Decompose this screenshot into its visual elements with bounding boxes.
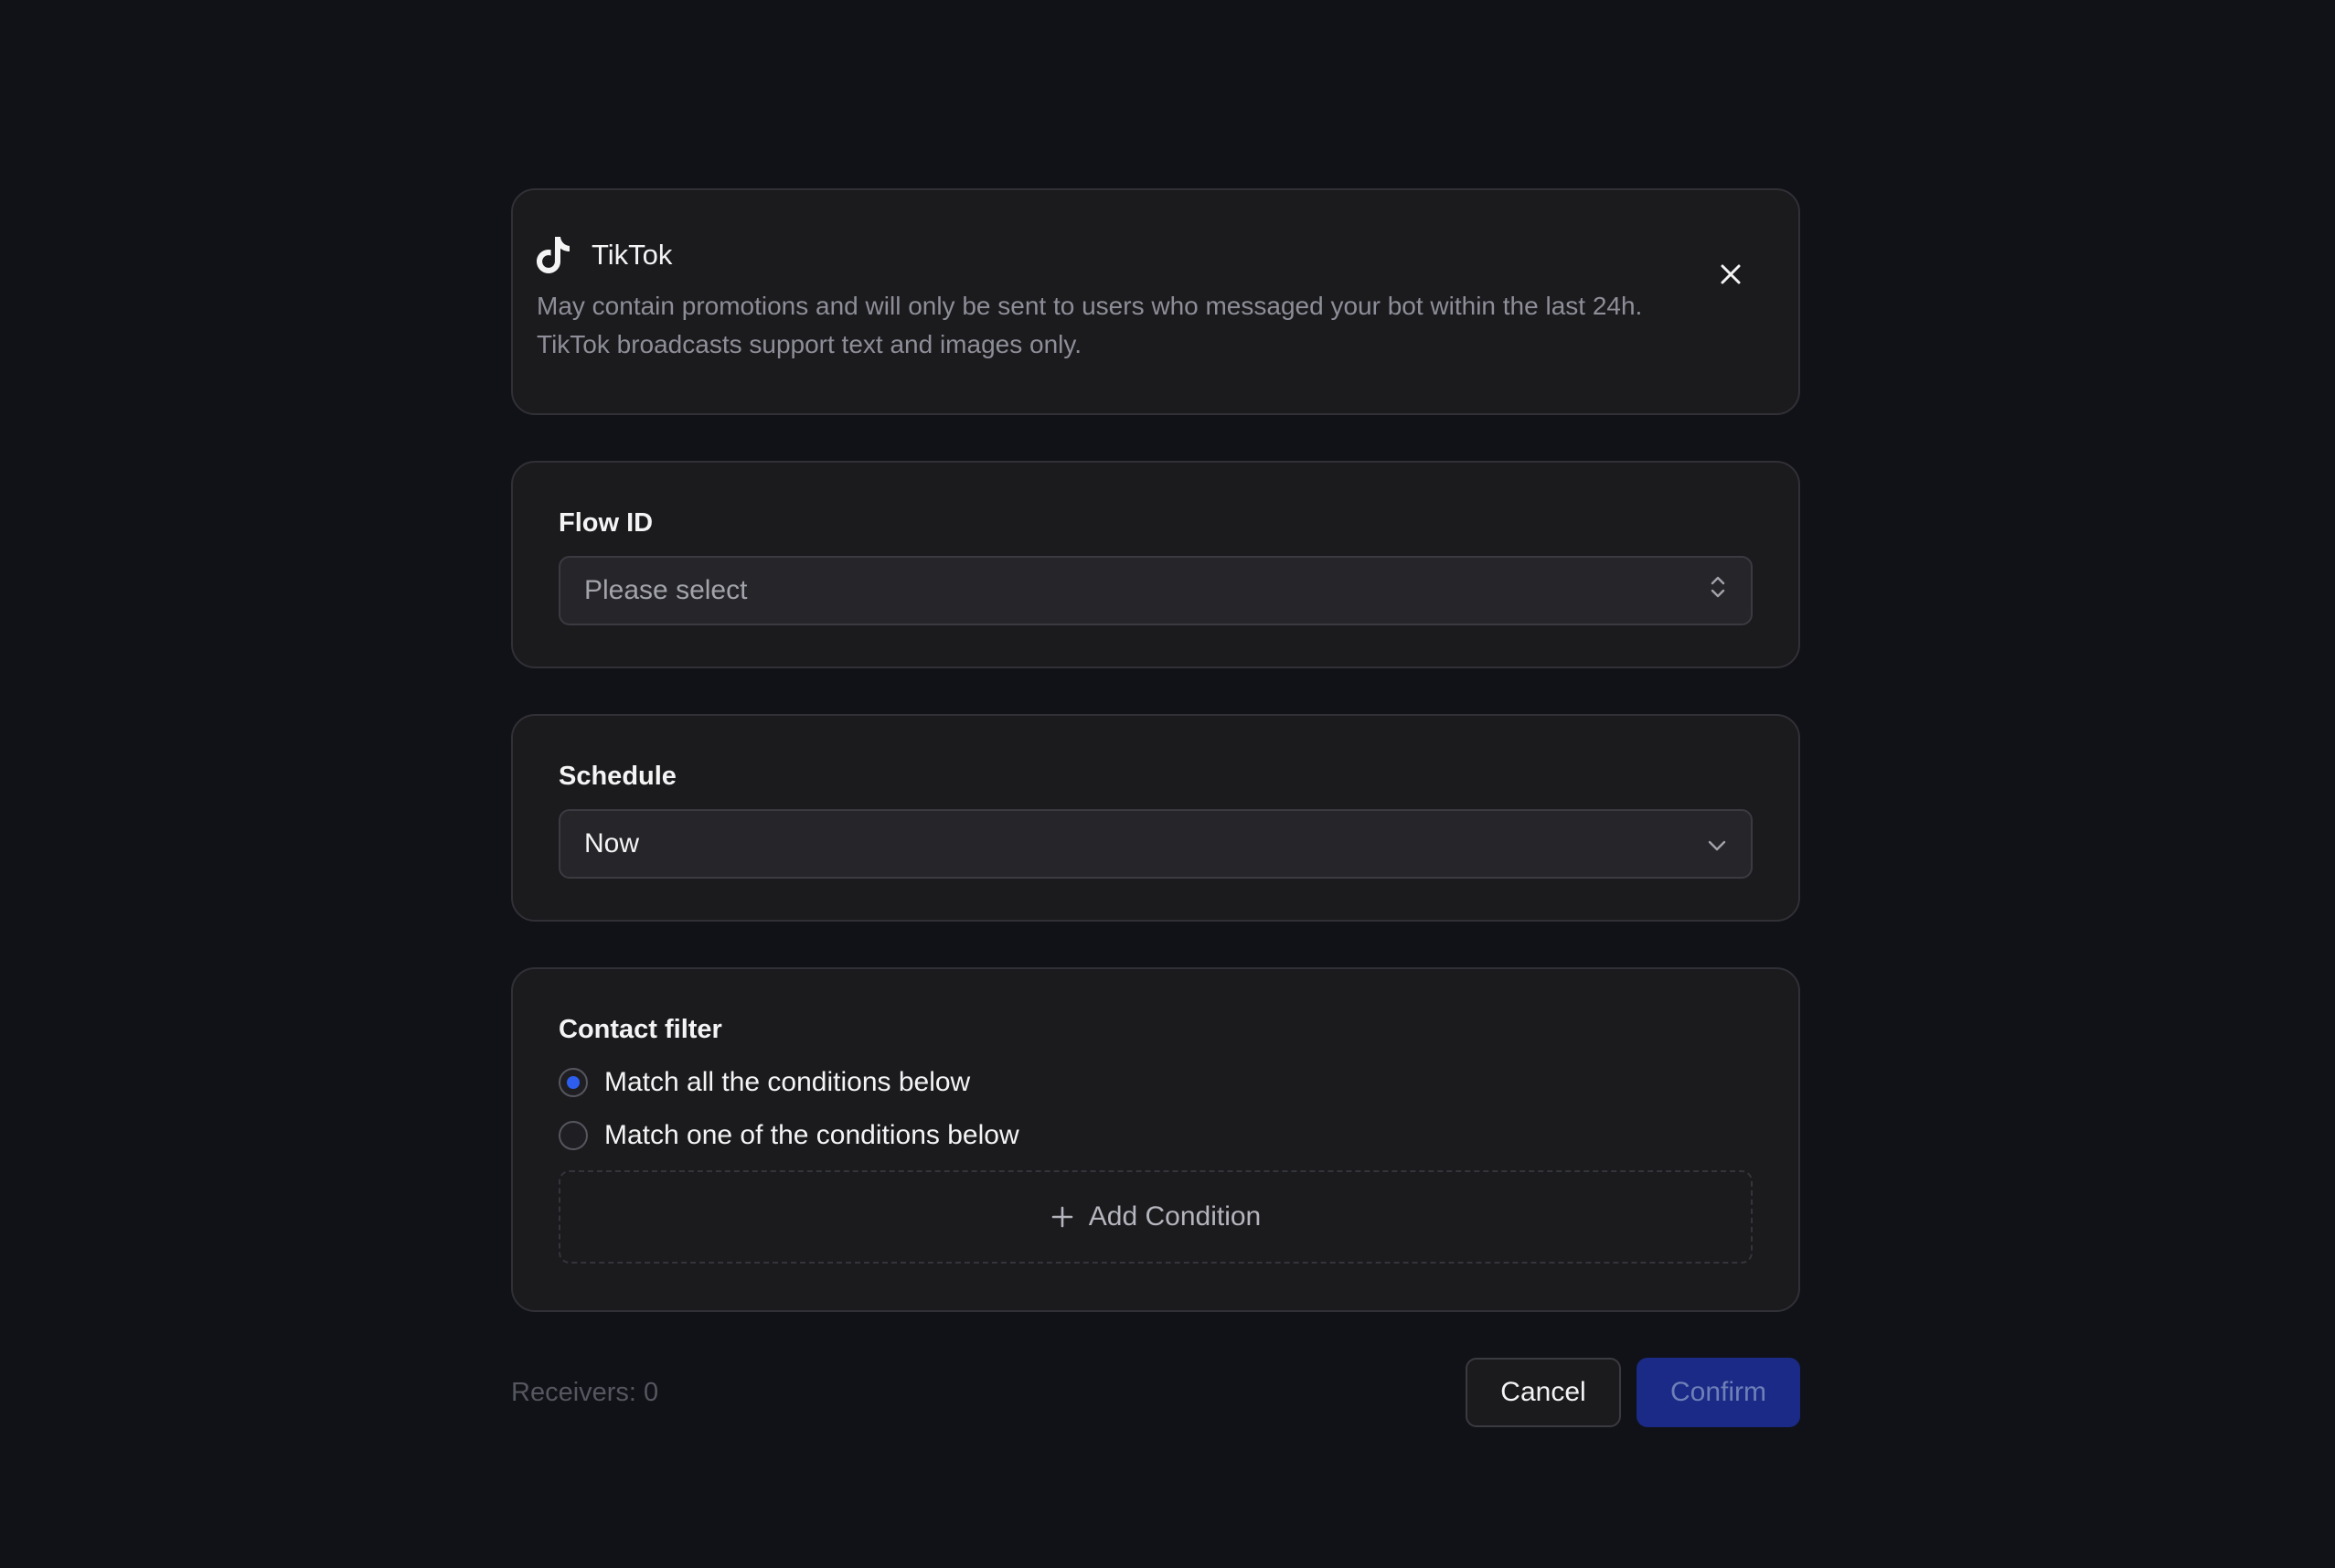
schedule-value: Now bbox=[584, 828, 640, 859]
flow-id-card: Flow ID Please select bbox=[511, 461, 1800, 668]
chevron-down-icon bbox=[1707, 828, 1727, 859]
close-icon bbox=[1720, 263, 1742, 290]
tiktok-icon bbox=[537, 234, 573, 276]
broadcast-dialog: TikTok May contain promotions and will o… bbox=[511, 188, 1800, 1427]
radio-label: Match all the conditions below bbox=[604, 1067, 971, 1097]
footer-buttons: Cancel Confirm bbox=[1466, 1358, 1800, 1427]
channel-description: May contain promotions and will only be … bbox=[537, 292, 1643, 358]
radio-match-all[interactable]: Match all the conditions below bbox=[559, 1061, 1753, 1104]
channel-name: TikTok bbox=[592, 239, 673, 271]
flow-id-placeholder: Please select bbox=[584, 575, 748, 605]
radio-button[interactable] bbox=[559, 1121, 588, 1150]
schedule-label: Schedule bbox=[559, 762, 677, 791]
confirm-button[interactable]: Confirm bbox=[1637, 1358, 1800, 1427]
plus-icon bbox=[1050, 1205, 1074, 1229]
schedule-select[interactable]: Now bbox=[559, 809, 1753, 879]
radio-button-checked[interactable] bbox=[559, 1068, 588, 1097]
channel-header: TikTok bbox=[537, 234, 1775, 276]
dialog-footer: Receivers: 0 Cancel Confirm bbox=[511, 1358, 1800, 1427]
schedule-card: Schedule Now bbox=[511, 714, 1800, 922]
close-button[interactable] bbox=[1714, 260, 1747, 293]
contact-filter-card: Contact filter Match all the conditions … bbox=[511, 967, 1800, 1312]
add-condition-button[interactable]: Add Condition bbox=[559, 1170, 1753, 1264]
contact-filter-label: Contact filter bbox=[559, 1015, 722, 1044]
add-condition-label: Add Condition bbox=[1088, 1201, 1262, 1232]
cancel-button[interactable]: Cancel bbox=[1466, 1358, 1621, 1427]
flow-id-select[interactable]: Please select bbox=[559, 556, 1753, 625]
chevron-up-down-icon bbox=[1709, 573, 1727, 608]
receivers-count: Receivers: 0 bbox=[511, 1377, 659, 1407]
flow-id-label: Flow ID bbox=[559, 508, 654, 538]
radio-match-one[interactable]: Match one of the conditions below bbox=[559, 1114, 1753, 1157]
channel-card: TikTok May contain promotions and will o… bbox=[511, 188, 1800, 415]
radio-label: Match one of the conditions below bbox=[604, 1120, 1019, 1150]
